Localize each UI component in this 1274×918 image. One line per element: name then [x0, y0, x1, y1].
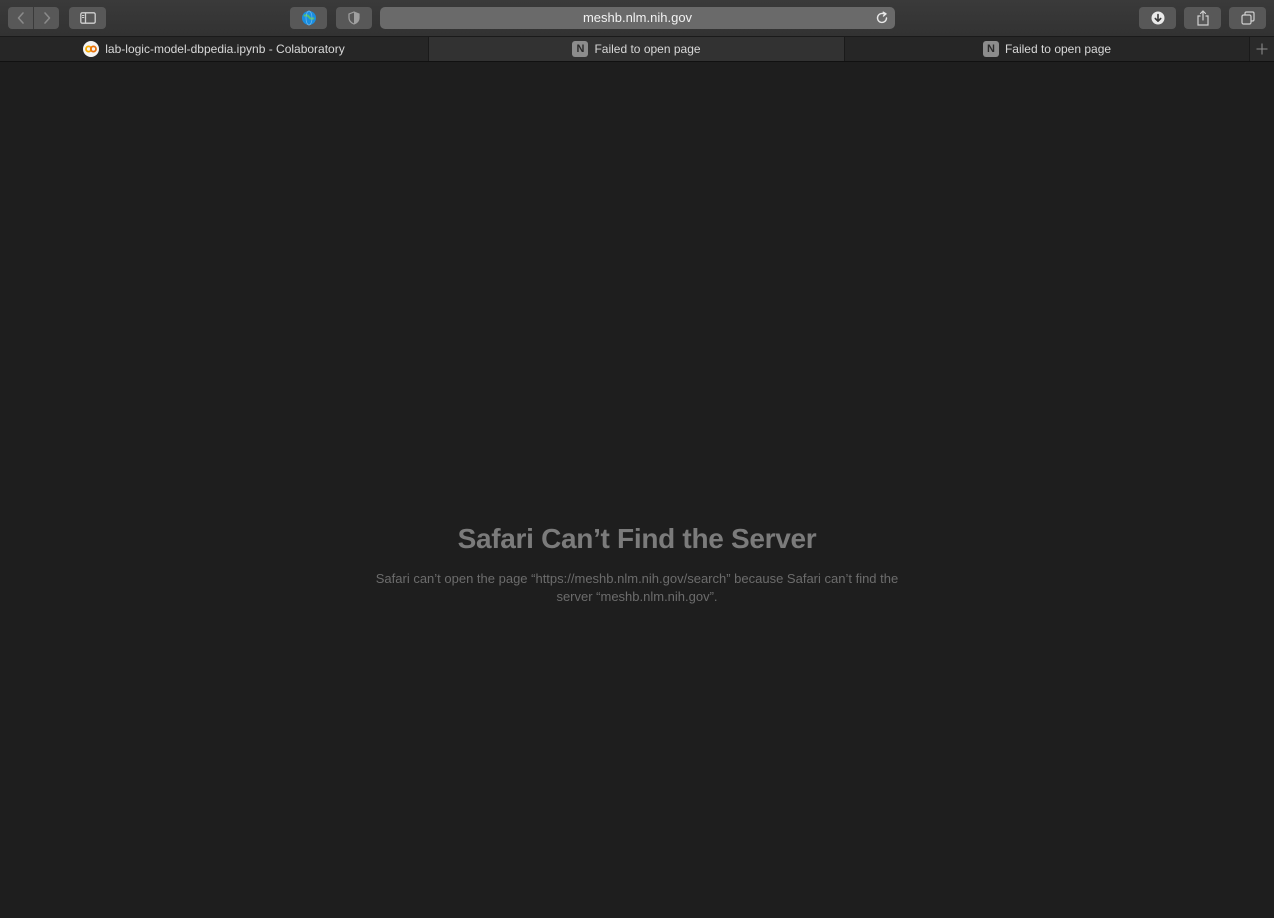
site-info-button[interactable]: [290, 7, 327, 29]
share-icon: [1196, 10, 1209, 26]
sidebar-button[interactable]: [69, 7, 106, 29]
tab-title: Failed to open page: [594, 42, 701, 56]
error-message: Safari can’t open the page “https://mesh…: [375, 571, 899, 604]
address-bar[interactable]: meshb.nlm.nih.gov: [380, 7, 895, 29]
error-title: Safari Can’t Find the Server: [457, 523, 817, 554]
back-button[interactable]: [8, 7, 33, 29]
chevron-left-icon: [17, 12, 24, 24]
privacy-report-button[interactable]: [336, 7, 372, 29]
n-favicon-icon: N: [982, 41, 999, 57]
tab-failed-page[interactable]: N Failed to open page: [845, 37, 1249, 61]
tab-title: lab-logic-model-dbpedia.ipynb - Colabora…: [105, 42, 345, 56]
download-icon: [1151, 11, 1164, 25]
address-url: meshb.nlm.nih.gov: [582, 10, 693, 25]
tab-bar: lab-logic-model-dbpedia.ipynb - Colabora…: [0, 36, 1274, 62]
globe-icon: [301, 10, 316, 26]
forward-button[interactable]: [34, 7, 59, 29]
new-tab-button[interactable]: [1249, 37, 1274, 61]
navigation-buttons: [8, 7, 59, 29]
tab-title: Failed to open page: [1004, 42, 1112, 56]
reload-icon[interactable]: [874, 10, 890, 26]
tab-failed-page-active[interactable]: N Failed to open page: [428, 37, 845, 61]
colab-logo-icon: [83, 41, 100, 57]
tabs-overview-button[interactable]: [1229, 7, 1266, 29]
downloads-button[interactable]: [1139, 7, 1176, 29]
shield-icon: [348, 11, 360, 25]
sidebar-icon: [79, 12, 96, 24]
tabs-overview-icon: [1240, 11, 1255, 25]
share-button[interactable]: [1184, 7, 1221, 29]
tab-colaboratory[interactable]: lab-logic-model-dbpedia.ipynb - Colabora…: [0, 37, 428, 61]
page-content: Safari Can’t Find the Server Safari can’…: [0, 62, 1274, 918]
browser-toolbar: meshb.nlm.nih.gov: [0, 0, 1274, 36]
n-favicon-icon: N: [572, 41, 589, 57]
plus-icon: [1256, 43, 1268, 55]
chevron-right-icon: [43, 12, 50, 24]
